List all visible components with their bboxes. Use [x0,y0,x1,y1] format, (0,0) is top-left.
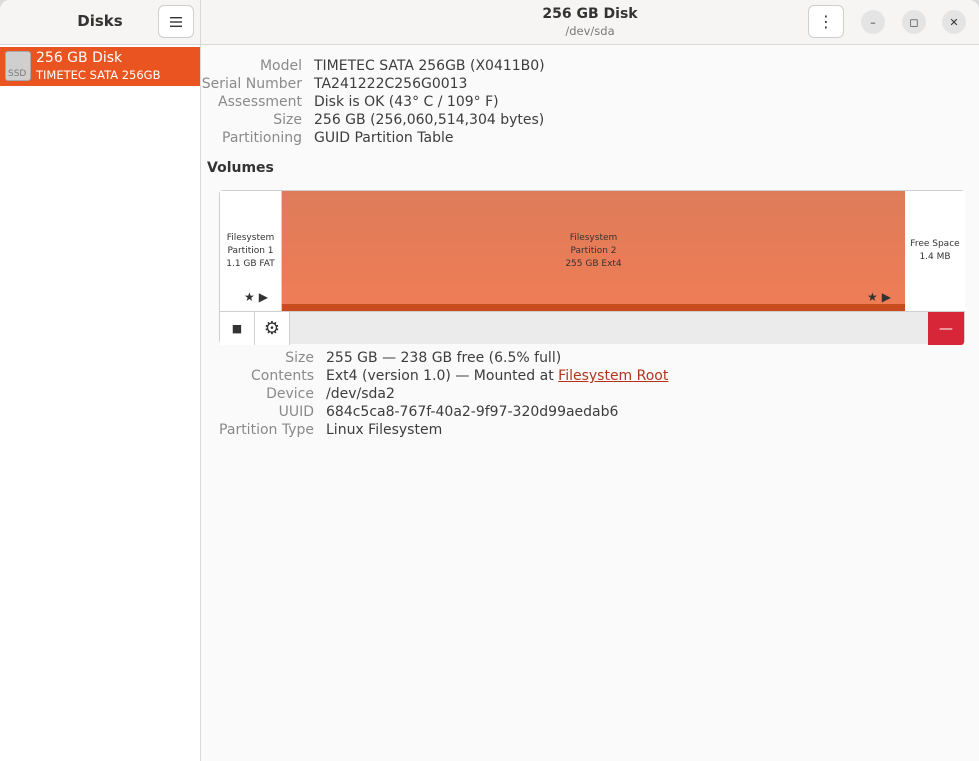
disk-info-label: Serial Number [201,76,302,92]
partition-options-button[interactable]: ⚙ [255,312,290,345]
stop-icon: ■ [231,322,243,335]
volume-toolbar: ■ ⚙ — [220,311,964,345]
disk-info-value: 256 GB (256,060,514,304 bytes) [314,112,545,128]
disk-info-value: Disk is OK (43° C / 109° F) [314,94,499,110]
partition-size: 255 GB Ext4 [565,259,622,269]
partition-info-value: Ext4 (version 1.0) — Mounted at Filesyst… [326,368,668,384]
disk-model: TIMETEC SATA 256GB [36,68,161,82]
partition-1-block[interactable]: Filesystem Partition 1 1.1 GB FAT ★▶ [220,191,282,311]
drive-options-button[interactable]: ⋮ [808,5,844,38]
sidebar: Disks SSD 256 GB Disk TIMETEC SATA 256GB [0,0,201,761]
mounted-star-icon: ★▶ [244,290,272,304]
hamburger-icon [170,12,182,31]
disk-info-value: TA241222C256G0013 [314,76,468,92]
partition-2-label: Filesystem Partition 2 255 GB Ext4 [282,232,905,271]
partition-info-label: Partition Type [219,422,314,438]
free-space-label: Free Space 1.4 MB [905,238,965,264]
disk-info-value: GUID Partition Table [314,130,454,146]
partition-info-label: Contents [251,368,314,384]
mounted-star-icon: ★▶ [867,290,895,304]
partition-info-value: Linux Filesystem [326,422,443,438]
unmount-button[interactable]: ■ [220,312,255,345]
disk-info-label: Partitioning [222,130,302,146]
usage-bar [282,304,905,311]
maximize-button[interactable]: ◻ [902,10,926,34]
main-menu-button[interactable] [158,5,194,38]
partition-info-label: Device [266,386,314,402]
partition-info-value: 255 GB — 238 GB free (6.5% full) [326,350,562,366]
partition-name: Partition 1 [227,246,274,256]
ssd-icon-label: SSD [8,69,27,79]
minimize-icon: – [870,15,876,29]
partition-info-label: Size [285,350,314,366]
contents-text: Ext4 (version 1.0) — Mounted at [326,368,559,384]
disk-info-label: Model [259,58,302,74]
sidebar-item-256gb-disk[interactable]: SSD 256 GB Disk TIMETEC SATA 256GB [0,47,200,86]
disk-info-value: TIMETEC SATA 256GB (X0411B0) [314,58,545,74]
partition-name: Partition 2 [570,246,617,256]
volumes-map: Filesystem Partition 1 1.1 GB FAT ★▶ Fil… [219,190,965,345]
volumes-heading: Volumes [207,160,274,176]
partition-info-value: /dev/sda2 [326,386,395,402]
minus-icon: — [939,320,953,337]
partition-info-value: 684c5ca8-767f-40a2-9f97-320d99aedab6 [326,404,619,420]
partition-2-block-selected[interactable]: Filesystem Partition 2 255 GB Ext4 ★▶ [282,191,905,311]
disks-window: Disks SSD 256 GB Disk TIMETEC SATA 256GB… [0,0,979,761]
gear-icon: ⚙ [263,318,281,339]
partition-info-label: UUID [278,404,314,420]
free-space-block[interactable]: Free Space 1.4 MB [905,191,965,311]
disk-name: 256 GB Disk [36,50,123,66]
free-space-size: 1.4 MB [919,252,951,262]
disk-info-label: Assessment [218,94,302,110]
delete-partition-button[interactable]: — [928,312,964,345]
disk-info-label: Size [273,112,302,128]
kebab-menu-icon: ⋮ [818,12,834,31]
partition-type: Filesystem [226,233,275,243]
partition-size: 1.1 GB FAT [226,259,275,269]
close-button[interactable]: ✕ [942,10,966,34]
partition-1-label: Filesystem Partition 1 1.1 GB FAT [220,232,281,271]
mount-point-link[interactable]: Filesystem Root [558,368,668,384]
minimize-button[interactable]: – [861,10,885,34]
sidebar-header: Disks [0,0,200,45]
maximize-icon: ◻ [909,15,919,29]
close-icon: ✕ [949,15,959,29]
ssd-drive-icon: SSD [5,51,31,81]
header-bar: 256 GB Disk /dev/sda ⋮ – ◻ ✕ [201,0,979,45]
free-space-title: Free Space [910,239,960,249]
partition-type: Filesystem [569,233,618,243]
